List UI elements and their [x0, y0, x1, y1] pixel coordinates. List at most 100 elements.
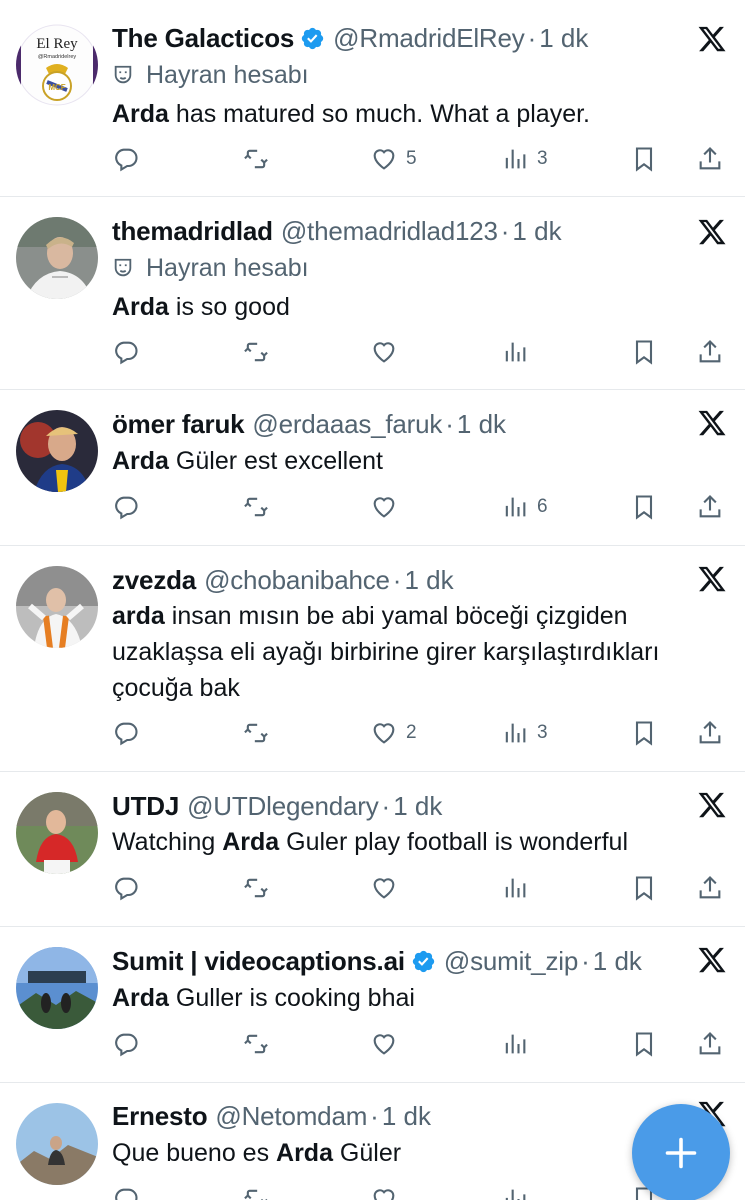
handle[interactable]: @chobanibahce — [204, 562, 390, 598]
handle[interactable]: @Netomdam — [215, 1098, 367, 1134]
x-logo-icon[interactable] — [697, 945, 727, 975]
retweet-button[interactable] — [242, 870, 270, 906]
retweet-button[interactable] — [242, 141, 270, 177]
avatar[interactable] — [16, 792, 98, 874]
like-button[interactable] — [370, 334, 398, 370]
avatar-logo-text: El Rey — [36, 36, 78, 52]
like-button[interactable] — [370, 870, 398, 906]
heart-icon — [373, 1034, 395, 1055]
views-button[interactable] — [501, 1026, 529, 1062]
handle[interactable]: @UTDlegendary — [187, 788, 379, 824]
tweet[interactable]: themadridlad @themadridlad123 · 1 dk Hay… — [0, 197, 745, 390]
reply-button[interactable] — [112, 489, 140, 525]
bookmark-button[interactable] — [630, 870, 658, 906]
heart-icon — [373, 1189, 395, 1200]
compose-button[interactable] — [632, 1104, 730, 1200]
tweet-actions: 2 3 — [112, 715, 732, 751]
like-count: 5 — [406, 148, 417, 169]
tweet[interactable]: ömer faruk @erdaaas_faruk · 1 dk Arda Gü… — [0, 390, 745, 546]
views-button[interactable]: 3 — [501, 141, 548, 177]
like-button[interactable] — [370, 489, 398, 525]
x-logo-icon[interactable] — [697, 217, 727, 247]
display-name[interactable]: zvezda — [112, 562, 196, 598]
like-button[interactable]: 5 — [370, 141, 417, 177]
avatar[interactable] — [16, 217, 98, 299]
reply-button[interactable] — [112, 141, 140, 177]
x-logo-icon[interactable] — [697, 408, 727, 438]
retweet-button[interactable] — [242, 1181, 270, 1200]
handle[interactable]: @RmadridElRey — [333, 20, 525, 56]
avatar[interactable] — [16, 566, 98, 648]
like-button[interactable]: 2 — [370, 715, 417, 751]
fan-account-label: Hayran hesabı — [112, 58, 309, 92]
retweet-button[interactable] — [242, 1026, 270, 1062]
handle[interactable]: @themadridlad123 — [281, 213, 498, 249]
share-button[interactable] — [696, 489, 724, 525]
timestamp[interactable]: 1 dk — [593, 943, 642, 979]
x-logo-icon[interactable] — [697, 24, 727, 54]
display-name[interactable]: Sumit | videocaptions.ai — [112, 943, 405, 979]
bookmark-button[interactable] — [630, 141, 658, 177]
tweet-actions — [112, 870, 732, 906]
share-button[interactable] — [696, 1026, 724, 1062]
timestamp[interactable]: 1 dk — [457, 406, 506, 442]
retweet-button[interactable] — [242, 489, 270, 525]
handle[interactable]: @erdaaas_faruk — [252, 406, 442, 442]
retweet-icon — [244, 1189, 268, 1200]
share-icon — [699, 147, 721, 170]
avatar[interactable] — [16, 947, 98, 1029]
reply-button[interactable] — [112, 334, 140, 370]
tweet-header: UTDJ @UTDlegendary · 1 dk — [112, 788, 685, 824]
bookmark-button[interactable] — [630, 715, 658, 751]
reply-button[interactable] — [112, 715, 140, 751]
timestamp[interactable]: 1 dk — [539, 20, 588, 56]
tweet[interactable]: UTDJ @UTDlegendary · 1 dk Watching Arda … — [0, 772, 745, 927]
retweet-button[interactable] — [242, 715, 270, 751]
views-button[interactable] — [501, 334, 529, 370]
display-name[interactable]: UTDJ — [112, 788, 179, 824]
x-logo-icon[interactable] — [697, 790, 727, 820]
bookmark-button[interactable] — [630, 489, 658, 525]
tweet-text: arda insan mısın be abi yamal böceği çiz… — [112, 602, 660, 702]
views-icon — [505, 878, 526, 898]
timestamp[interactable]: 1 dk — [404, 562, 453, 598]
avatar[interactable] — [16, 410, 98, 492]
reply-button[interactable] — [112, 1026, 140, 1062]
bookmark-button[interactable] — [630, 334, 658, 370]
tweet[interactable]: Sumit | videocaptions.ai @sumit_zip · 1 … — [0, 927, 745, 1083]
reply-icon — [115, 148, 138, 172]
share-button[interactable] — [696, 334, 724, 370]
reply-button[interactable] — [112, 1181, 140, 1200]
tweet-text: Arda Guller is cooking bhai — [112, 984, 415, 1012]
tweet[interactable]: zvezda @chobanibahce · 1 dk arda insan m… — [0, 546, 745, 772]
views-button[interactable] — [501, 1181, 529, 1200]
timestamp[interactable]: 1 dk — [512, 213, 561, 249]
timestamp[interactable]: 1 dk — [382, 1098, 431, 1134]
views-button[interactable]: 3 — [501, 715, 548, 751]
avatar[interactable] — [16, 1103, 98, 1185]
retweet-icon — [244, 723, 268, 743]
display-name[interactable]: The Galacticos — [112, 20, 294, 56]
verified-badge-icon — [301, 27, 324, 49]
display-name[interactable]: ömer faruk — [112, 406, 245, 442]
display-name[interactable]: Ernesto — [112, 1098, 208, 1134]
x-logo-icon[interactable] — [697, 564, 727, 594]
like-button[interactable] — [370, 1026, 398, 1062]
reply-button[interactable] — [112, 870, 140, 906]
share-button[interactable] — [696, 870, 724, 906]
display-name[interactable]: themadridlad — [112, 213, 273, 249]
bookmark-button[interactable] — [630, 1026, 658, 1062]
like-button[interactable] — [370, 1181, 398, 1200]
share-button[interactable] — [696, 715, 724, 751]
timestamp[interactable]: 1 dk — [393, 788, 442, 824]
views-button[interactable] — [501, 870, 529, 906]
tweet[interactable]: El Rey @Rmadridelrey MCF The Galacticos … — [0, 0, 745, 197]
retweet-icon — [244, 1034, 268, 1054]
avatar[interactable]: El Rey @Rmadridelrey MCF — [16, 24, 98, 106]
share-button[interactable] — [696, 141, 724, 177]
retweet-button[interactable] — [242, 334, 270, 370]
avatar-logo-subtext: @Rmadridelrey — [38, 54, 77, 60]
views-button[interactable]: 6 — [501, 489, 548, 525]
handle[interactable]: @sumit_zip — [444, 943, 578, 979]
share-icon — [699, 340, 721, 363]
